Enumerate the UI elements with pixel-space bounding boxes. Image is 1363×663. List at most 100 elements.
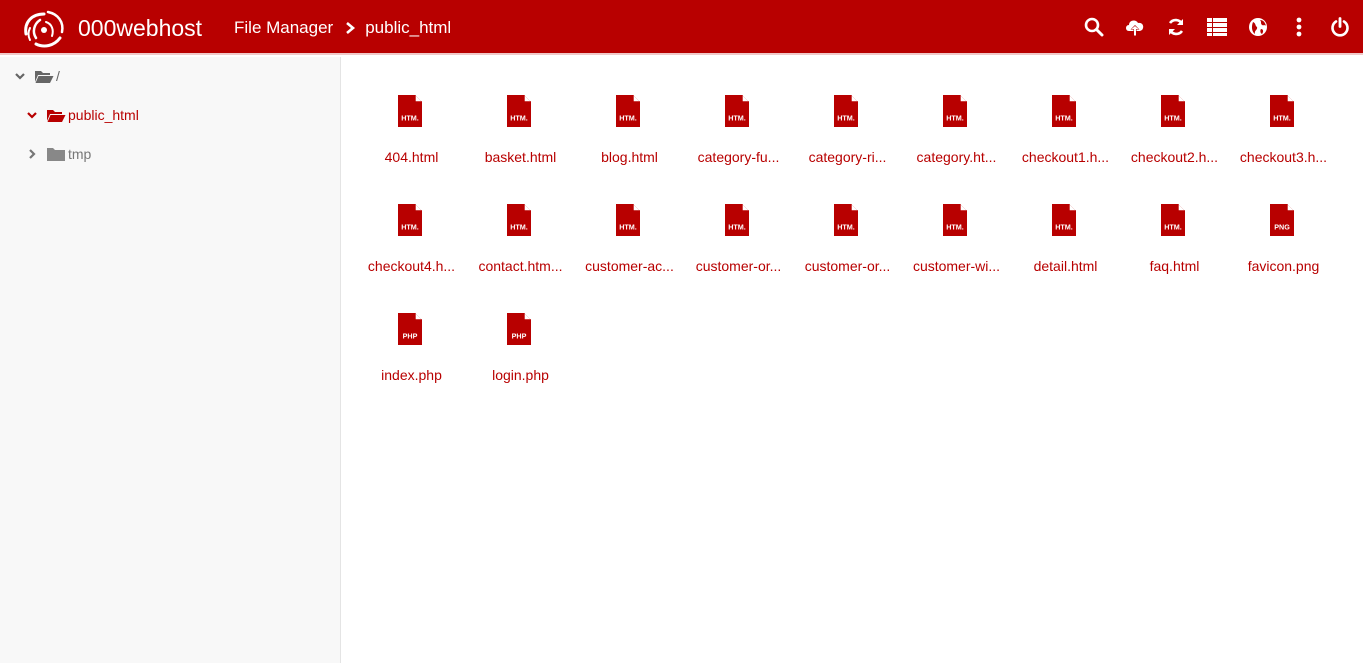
list-view-button[interactable]: [1204, 14, 1230, 40]
power-icon: [1331, 17, 1349, 37]
breadcrumb: File Manager public_html: [234, 17, 451, 39]
tree-item-label: public_html: [68, 107, 139, 123]
file-item[interactable]: HTM. customer-or...: [684, 203, 793, 293]
file-icon: HTM.: [507, 204, 531, 236]
file-name: checkout3.h...: [1239, 149, 1328, 165]
file-type-label: PHP: [512, 332, 527, 341]
refresh-button[interactable]: [1163, 14, 1189, 40]
file-item[interactable]: HTM. checkout4.h...: [357, 203, 466, 293]
file-item[interactable]: HTM. blog.html: [575, 94, 684, 184]
file-icon: HTM.: [725, 95, 749, 127]
file-item[interactable]: HTM. category-ri...: [793, 94, 902, 184]
file-name: detail.html: [1033, 258, 1098, 274]
file-item[interactable]: HTM. customer-wi...: [902, 203, 1011, 293]
folder-icon: [47, 148, 65, 161]
file-type-label: HTM.: [401, 223, 419, 232]
file-icon: HTM.: [616, 95, 640, 127]
file-item[interactable]: HTM. detail.html: [1011, 203, 1120, 293]
file-name: faq.html: [1149, 258, 1200, 274]
file-item[interactable]: HTM. checkout3.h...: [1229, 94, 1338, 184]
file-item[interactable]: HTM. customer-or...: [793, 203, 902, 293]
globe-icon: [1249, 18, 1267, 36]
file-type-label: HTM.: [728, 223, 746, 232]
chevron-down-icon[interactable]: [14, 70, 26, 82]
upload-button[interactable]: [1122, 14, 1148, 40]
file-icon: HTM.: [943, 204, 967, 236]
file-type-label: HTM.: [510, 114, 528, 123]
file-name: checkout1.h...: [1021, 149, 1110, 165]
chevron-down-icon[interactable]: [26, 109, 38, 121]
file-item[interactable]: HTM. faq.html: [1120, 203, 1229, 293]
file-item[interactable]: HTM. checkout2.h...: [1120, 94, 1229, 184]
file-name: category-ri...: [808, 149, 887, 165]
file-icon: HTM.: [1270, 95, 1294, 127]
list-view-icon: [1207, 18, 1227, 36]
file-item[interactable]: HTM. category-fu...: [684, 94, 793, 184]
file-type-label: PHP: [403, 332, 418, 341]
breadcrumb-current[interactable]: public_html: [365, 17, 451, 39]
file-icon: HTM.: [1052, 95, 1076, 127]
file-name: basket.html: [484, 149, 557, 165]
file-icon: HTM.: [943, 95, 967, 127]
tree-item-tmp[interactable]: tmp: [26, 144, 91, 164]
file-name: login.php: [492, 367, 549, 383]
website-button[interactable]: [1245, 14, 1271, 40]
upload-icon: [1126, 20, 1144, 36]
file-name: customer-ac...: [585, 258, 674, 274]
file-name: category-fu...: [697, 149, 780, 165]
file-name: index.php: [381, 367, 442, 383]
file-item[interactable]: HTM. checkout1.h...: [1011, 94, 1120, 184]
file-type-label: HTM.: [1164, 114, 1182, 123]
chevron-right-icon: [346, 22, 356, 34]
tree-item-label: /: [56, 68, 60, 84]
file-type-label: HTM.: [837, 114, 855, 123]
file-name: blog.html: [601, 149, 658, 165]
search-button[interactable]: [1081, 14, 1107, 40]
chevron-right-icon[interactable]: [26, 148, 38, 160]
file-item[interactable]: HTM. contact.htm...: [466, 203, 575, 293]
file-name: favicon.png: [1247, 258, 1320, 274]
file-icon: HTM.: [725, 204, 749, 236]
tree-item-root[interactable]: /: [14, 66, 60, 86]
tree-item-public-html[interactable]: public_html: [26, 105, 139, 125]
file-name: customer-or...: [804, 258, 891, 274]
file-name: customer-wi...: [912, 258, 1001, 274]
file-name: category.ht...: [916, 149, 997, 165]
file-item[interactable]: PHP index.php: [357, 312, 466, 402]
file-icon: HTM.: [1161, 95, 1185, 127]
toolbar: [1066, 14, 1353, 40]
file-type-label: HTM.: [1273, 114, 1291, 123]
file-type-label: HTM.: [946, 223, 964, 232]
file-item[interactable]: PNG favicon.png: [1229, 203, 1338, 293]
file-item[interactable]: HTM. 404.html: [357, 94, 466, 184]
file-icon: HTM.: [834, 95, 858, 127]
refresh-icon: [1168, 18, 1184, 36]
brand-name[interactable]: 000webhost: [78, 14, 202, 42]
file-type-label: HTM.: [1164, 223, 1182, 232]
file-item[interactable]: HTM. customer-ac...: [575, 203, 684, 293]
file-type-label: HTM.: [510, 223, 528, 232]
file-name: customer-or...: [695, 258, 782, 274]
file-item[interactable]: PHP login.php: [466, 312, 575, 402]
folder-open-icon: [35, 71, 54, 83]
file-type-label: HTM.: [728, 114, 746, 123]
file-item[interactable]: HTM. category.ht...: [902, 94, 1011, 184]
folder-open-icon: [47, 110, 66, 122]
breadcrumb-root[interactable]: File Manager: [234, 17, 333, 39]
file-name: checkout2.h...: [1130, 149, 1219, 165]
logo-icon: [24, 10, 64, 48]
file-type-label: HTM.: [946, 114, 964, 123]
more-button[interactable]: [1286, 14, 1312, 40]
file-name: contact.htm...: [478, 258, 563, 274]
file-type-label: PNG: [1274, 223, 1290, 232]
file-type-label: HTM.: [619, 114, 637, 123]
file-type-label: HTM.: [1055, 114, 1073, 123]
file-name: 404.html: [384, 149, 439, 165]
file-type-label: HTM.: [837, 223, 855, 232]
file-icon: PNG: [1270, 204, 1294, 236]
top-bar: 000webhost File Manager public_html: [0, 0, 1363, 55]
logout-button[interactable]: [1327, 14, 1353, 40]
file-item[interactable]: HTM. basket.html: [466, 94, 575, 184]
file-icon: HTM.: [616, 204, 640, 236]
file-type-label: HTM.: [1055, 223, 1073, 232]
